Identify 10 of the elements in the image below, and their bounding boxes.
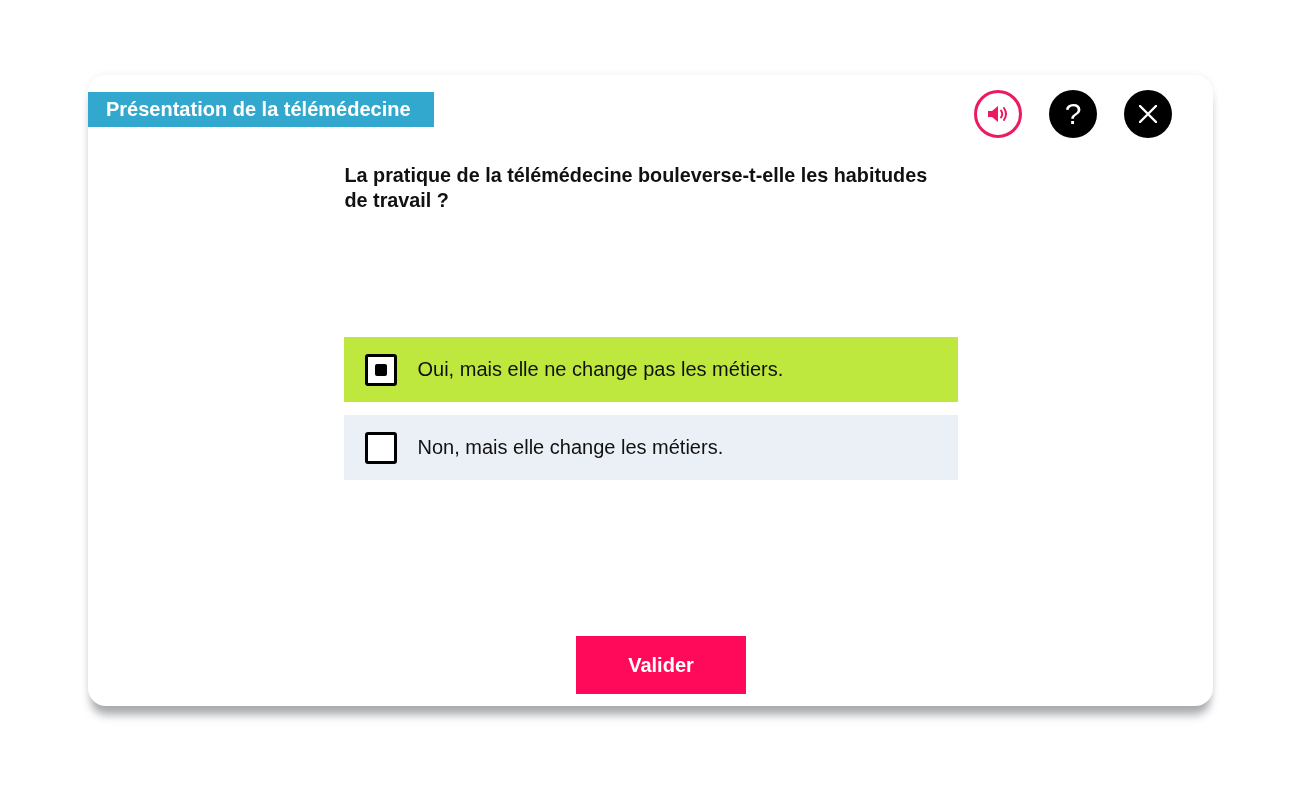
close-button[interactable] bbox=[1124, 90, 1172, 138]
answer-option[interactable]: Oui, mais elle ne change pas les métiers. bbox=[343, 337, 958, 402]
speaker-icon bbox=[988, 105, 1008, 123]
question-text: La pratique de la télémédecine bouleverse-t-elle les habitudes de travail ? bbox=[344, 163, 929, 213]
answer-option[interactable]: Non, mais elle change les métiers. bbox=[343, 415, 958, 480]
module-title: Présentation de la télémédecine bbox=[88, 92, 434, 127]
help-button[interactable]: ? bbox=[1049, 90, 1097, 138]
close-icon bbox=[1139, 105, 1157, 123]
sound-button[interactable] bbox=[974, 90, 1022, 138]
validate-button[interactable]: Valider bbox=[576, 636, 746, 694]
